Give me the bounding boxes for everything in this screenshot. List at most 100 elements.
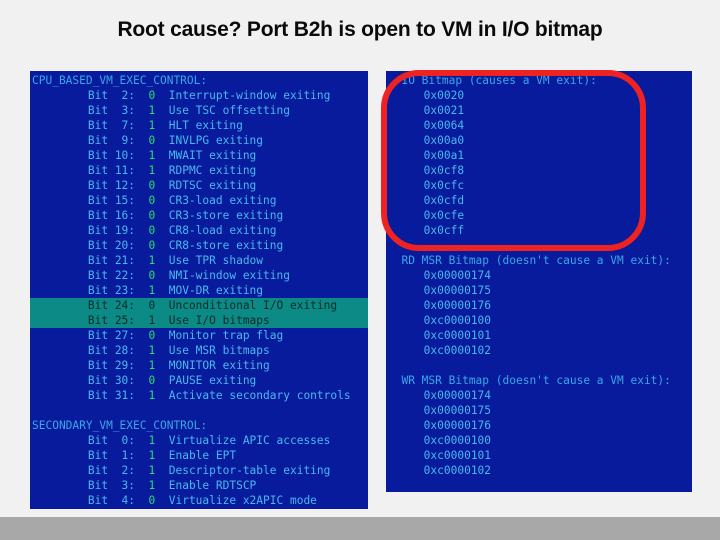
bitmap-address-entry: 0xc0000102 <box>390 464 492 477</box>
bit-description: Activate secondary controls <box>155 389 351 402</box>
bit-row: Bit 19: 0 CR8-load exiting <box>30 223 368 238</box>
section-header: SECONDARY_VM_EXEC_CONTROL: <box>32 419 208 432</box>
bit-description: Unconditional I/O exiting <box>155 299 338 312</box>
vmx-exec-control-terminal-panel: CPU_BASED_VM_EXEC_CONTROL: Bit 2: 0 Inte… <box>30 71 368 509</box>
bit-row: Bit 2: 1 Descriptor-table exiting <box>30 463 368 478</box>
bitmap-address-entry: 0xc0000101 <box>390 449 492 462</box>
bitmap-address-entry: 0x00000175 <box>390 404 492 417</box>
bit-description: Use MSR bitmaps <box>155 344 270 357</box>
bit-index: Bit 30: <box>34 374 149 387</box>
bit-index: Bit 23: <box>34 284 149 297</box>
footer-bar <box>0 517 720 540</box>
bitmap-address-entry: 0x0cf8 <box>390 164 465 177</box>
bit-description: Virtualize x2APIC mode <box>155 494 317 507</box>
bit-index: Bit 19: <box>34 224 149 237</box>
bit-row: Bit 15: 0 CR3-load exiting <box>30 193 368 208</box>
bitmap-address-entry: 0x0064 <box>390 119 465 132</box>
bit-row: Bit 2: 0 Interrupt-window exiting <box>30 88 368 103</box>
bit-index: Bit 10: <box>34 149 149 162</box>
bitmap-section-header: RD MSR Bitmap (doesn't cause a VM exit): <box>388 254 671 267</box>
bitmap-address-entry: 0xc0000100 <box>390 314 492 327</box>
bitmap-address-entry: 0x0021 <box>390 104 465 117</box>
bit-row: Bit 10: 1 MWAIT exiting <box>30 148 368 163</box>
bit-description: PAUSE exiting <box>155 374 257 387</box>
bit-index: Bit 27: <box>34 329 149 342</box>
bit-index: Bit 1: <box>34 449 149 462</box>
bitmap-address-entry: 0x00a0 <box>390 134 465 147</box>
bit-index: Bit 11: <box>34 164 149 177</box>
bit-description: MONITOR exiting <box>155 359 270 372</box>
bit-description: Use I/O bitmaps <box>155 314 270 327</box>
bit-description: HLT exiting <box>155 119 243 132</box>
bit-row: Bit 3: 1 Use TSC offsetting <box>30 103 368 118</box>
bit-index: Bit 3: <box>34 104 149 117</box>
bitmap-section-header: WR MSR Bitmap (doesn't cause a VM exit): <box>388 374 671 387</box>
bit-index: Bit 24: <box>34 299 149 312</box>
bit-index: Bit 2: <box>34 89 149 102</box>
bit-index: Bit 21: <box>34 254 149 267</box>
bit-description: CR8-load exiting <box>155 224 277 237</box>
bit-row: Bit 22: 0 NMI-window exiting <box>30 268 368 283</box>
bit-description: RDPMC exiting <box>155 164 257 177</box>
bitmap-address-entry: 0x0cfc <box>390 179 465 192</box>
bit-index: Bit 3: <box>34 479 149 492</box>
bit-description: INVLPG exiting <box>155 134 264 147</box>
left-terminal-content: CPU_BASED_VM_EXEC_CONTROL: Bit 2: 0 Inte… <box>30 71 368 508</box>
bit-description: NMI-window exiting <box>155 269 290 282</box>
bit-row-highlighted: Bit 25: 1 Use I/O bitmaps <box>30 313 368 328</box>
bitmap-address-entry: 0x00a1 <box>390 149 465 162</box>
bit-description: MOV-DR exiting <box>155 284 264 297</box>
bit-row: Bit 23: 1 MOV-DR exiting <box>30 283 368 298</box>
bit-index: Bit 2: <box>34 464 149 477</box>
bit-description: Interrupt-window exiting <box>155 89 331 102</box>
bit-description: Use TSC offsetting <box>155 104 290 117</box>
bitmap-terminal-panel: IO Bitmap (causes a VM exit): 0x0020 0x0… <box>386 71 692 492</box>
bitmap-section-header: IO Bitmap (causes a VM exit): <box>388 74 597 87</box>
bitmap-address-entry: 0x00000176 <box>390 299 492 312</box>
bit-index: Bit 29: <box>34 359 149 372</box>
bit-row: Bit 3: 1 Enable RDTSCP <box>30 478 368 493</box>
bit-index: Bit 0: <box>34 434 149 447</box>
bit-row: Bit 7: 1 HLT exiting <box>30 118 368 133</box>
bit-index: Bit 12: <box>34 179 149 192</box>
bit-row: Bit 31: 1 Activate secondary controls <box>30 388 368 403</box>
bit-row: Bit 29: 1 MONITOR exiting <box>30 358 368 373</box>
bit-index: Bit 7: <box>34 119 149 132</box>
bit-index: Bit 31: <box>34 389 149 402</box>
bitmap-address-entry: 0x0cff <box>390 224 465 237</box>
page-title: Root cause? Port B2h is open to VM in I/… <box>117 18 603 41</box>
bit-description: Descriptor-table exiting <box>155 464 331 477</box>
bit-index: Bit 15: <box>34 194 149 207</box>
bit-index: Bit 20: <box>34 239 149 252</box>
bit-description: RDTSC exiting <box>155 179 257 192</box>
bitmap-address-entry: 0x0cfe <box>390 209 465 222</box>
bit-description: Enable RDTSCP <box>155 479 257 492</box>
bit-description: CR3-store exiting <box>155 209 284 222</box>
bit-index: Bit 25: <box>34 314 149 327</box>
bitmap-address-entry: 0x0cfd <box>390 194 465 207</box>
bit-row: Bit 9: 0 INVLPG exiting <box>30 133 368 148</box>
bit-description: Monitor trap flag <box>155 329 284 342</box>
bit-index: Bit 9: <box>34 134 149 147</box>
bit-row: Bit 0: 1 Virtualize APIC accesses <box>30 433 368 448</box>
bitmap-address-entry: 0xc0000102 <box>390 344 492 357</box>
bit-row-highlighted: Bit 24: 0 Unconditional I/O exiting <box>30 298 368 313</box>
bit-row: Bit 28: 1 Use MSR bitmaps <box>30 343 368 358</box>
bit-description: CR8-store exiting <box>155 239 284 252</box>
section-header: CPU_BASED_VM_EXEC_CONTROL: <box>32 74 208 87</box>
bit-row: Bit 16: 0 CR3-store exiting <box>30 208 368 223</box>
bit-row: Bit 12: 0 RDTSC exiting <box>30 178 368 193</box>
bit-row: Bit 20: 0 CR8-store exiting <box>30 238 368 253</box>
bit-index: Bit 16: <box>34 209 149 222</box>
bitmap-address-entry: 0xc0000101 <box>390 329 492 342</box>
bit-description: CR3-load exiting <box>155 194 277 207</box>
bitmap-address-entry: 0xc0000100 <box>390 434 492 447</box>
bit-row: Bit 11: 1 RDPMC exiting <box>30 163 368 178</box>
right-terminal-content: IO Bitmap (causes a VM exit): 0x0020 0x0… <box>386 71 692 478</box>
bitmap-address-entry: 0x00000176 <box>390 419 492 432</box>
bit-index: Bit 4: <box>34 494 149 507</box>
bit-description: MWAIT exiting <box>155 149 257 162</box>
